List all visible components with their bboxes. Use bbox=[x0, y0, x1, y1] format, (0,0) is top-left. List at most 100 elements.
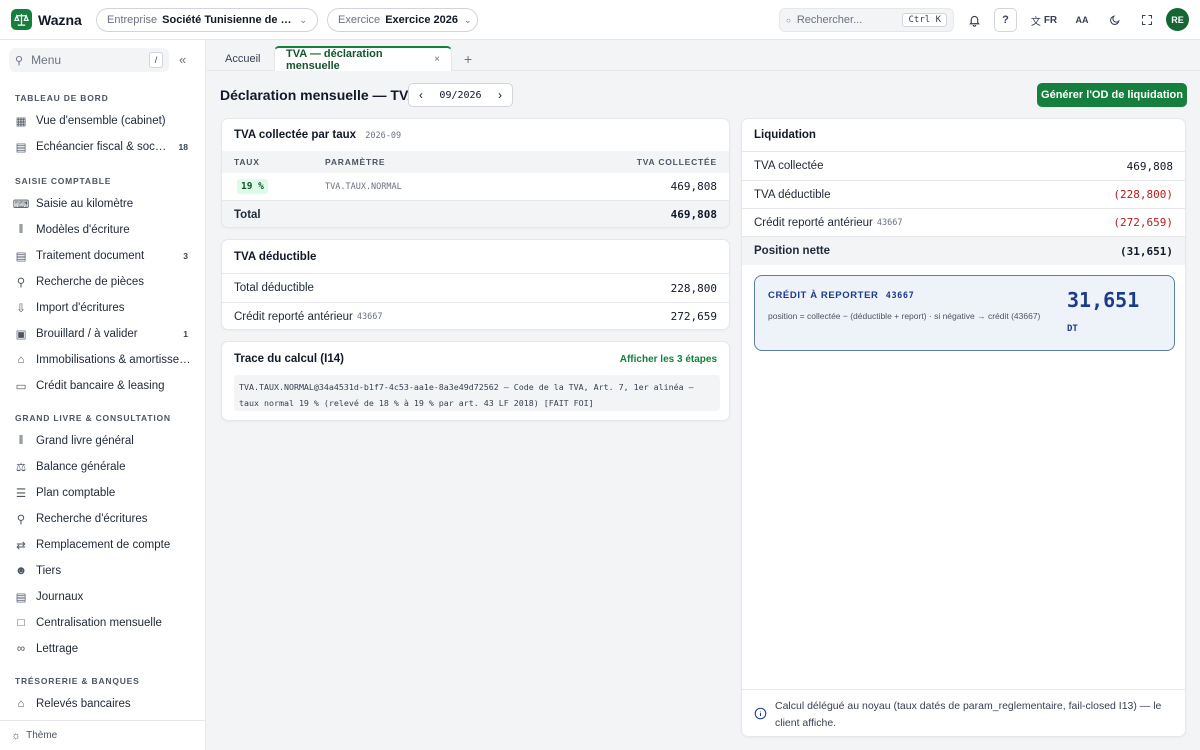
note-text: Calcul délégué au noyau (taux datés de p… bbox=[775, 700, 1162, 729]
list-icon: ☰ bbox=[15, 488, 27, 500]
collapse-sidebar-icon[interactable]: « bbox=[179, 52, 186, 67]
total-label: Total bbox=[234, 208, 261, 221]
bank-icon: ⌂ bbox=[17, 698, 25, 710]
app-logo[interactable] bbox=[11, 9, 32, 30]
deductible-vat-card: TVA déductible Total déductible 228,800 … bbox=[221, 239, 730, 330]
global-search[interactable]: ○ Rechercher... Ctrl K bbox=[779, 8, 954, 32]
credit-to-carry-panel: CRÉDIT À REPORTER 43667 position = colle… bbox=[754, 275, 1175, 351]
deductible-total-row: Total déductible 228,800 bbox=[222, 273, 729, 302]
info-icon bbox=[754, 707, 767, 720]
document-icon: ▤ bbox=[15, 251, 27, 263]
chevron-down-icon: ⌄ bbox=[463, 14, 472, 25]
language-button[interactable]: 文 FR bbox=[1027, 8, 1061, 32]
sidebar-item[interactable]: ⚖ Balance générale bbox=[10, 456, 192, 478]
liquidation-amount: (272,659) bbox=[1113, 216, 1173, 229]
menu-search-input[interactable]: Menu bbox=[31, 53, 61, 67]
menu-search[interactable]: ⚲ Menu / bbox=[9, 48, 169, 72]
theme-toggle[interactable]: ☼ Thème bbox=[0, 720, 206, 750]
sidebar-item-label: Remplacement de compte bbox=[36, 539, 171, 551]
sidebar-item-label: Recherche d'écritures bbox=[36, 513, 148, 525]
notifications-bell-icon[interactable] bbox=[963, 8, 985, 32]
entreprise-selector[interactable]: Entreprise Société Tunisienne de Pla… ⌄ bbox=[96, 8, 318, 32]
credit-title: CRÉDIT À REPORTER 43667 bbox=[768, 290, 914, 301]
sidebar-item[interactable]: ▤ Échéancier fiscal & soc… 18 bbox=[10, 136, 192, 158]
show-steps-link[interactable]: Afficher les 3 étapes bbox=[620, 354, 717, 365]
calculation-note: Calcul délégué au noyau (taux datés de p… bbox=[742, 689, 1185, 736]
tab-accueil[interactable]: Accueil bbox=[214, 46, 271, 71]
sidebar-item-label: Modèles d'écriture bbox=[36, 224, 130, 236]
user-avatar[interactable]: RE bbox=[1166, 8, 1189, 31]
collected-title: TVA collectée par taux 2026-09 bbox=[234, 129, 401, 141]
deductible-title: TVA déductible bbox=[234, 251, 317, 263]
close-icon[interactable]: × bbox=[434, 54, 440, 65]
header-param: PARAMÈTRE bbox=[325, 157, 386, 167]
sidebar-item[interactable]: ▣ Brouillard / à valider 1 bbox=[10, 323, 192, 345]
sidebar-item-label: Vue d'ensemble (cabinet) bbox=[36, 115, 166, 127]
sidebar-item[interactable]: ‖ Modèles d'écriture bbox=[10, 219, 192, 241]
search-icon: ○ bbox=[786, 15, 791, 25]
upload-icon: ⇩ bbox=[16, 303, 26, 315]
collected-title-text: TVA collectée par taux bbox=[234, 129, 357, 141]
sidebar-item[interactable]: ▤ Traitement document 3 bbox=[10, 245, 192, 267]
sidebar-section-title: TRÉSORERIE & BANQUES bbox=[15, 676, 140, 686]
sidebar-item[interactable]: ⚲ Recherche d'écritures bbox=[10, 508, 192, 530]
sidebar-item[interactable]: ⌨ Saisie au kilomètre bbox=[10, 193, 192, 215]
sidebar-item[interactable]: ‖ Grand livre général bbox=[10, 430, 192, 452]
users-icon: ☻ bbox=[14, 565, 28, 577]
bank-icon: ⌂ bbox=[17, 354, 25, 366]
file-icon: □ bbox=[17, 617, 25, 629]
font-size-button[interactable]: AA bbox=[1071, 8, 1093, 32]
sidebar-item-label: Plan comptable bbox=[36, 487, 116, 499]
help-button[interactable]: ? bbox=[994, 8, 1017, 32]
sidebar-item-label: Saisie au kilomètre bbox=[36, 198, 134, 210]
drafts-icon: ▣ bbox=[15, 329, 27, 341]
keyboard-icon: ⌨ bbox=[12, 199, 30, 211]
sidebar-item[interactable]: ∞ Lettrage bbox=[10, 638, 192, 660]
sidebar-item[interactable]: ▭ Crédit bancaire & leasing bbox=[10, 375, 192, 397]
exercice-selector[interactable]: Exercice Exercice 2026 ⌄ bbox=[327, 8, 478, 32]
dashboard-icon: ▦ bbox=[15, 116, 27, 128]
liquidation-label: Crédit reporté antérieur bbox=[754, 216, 873, 229]
exercice-value: Exercice 2026 bbox=[385, 14, 458, 26]
liquidation-title: Liquidation bbox=[754, 129, 816, 141]
table-row[interactable]: 19 % TVA.TAUX.NORMAL 469,808 bbox=[222, 173, 729, 200]
sidebar-item[interactable]: ▤ Journaux bbox=[10, 586, 192, 608]
sidebar-item-label: Lettrage bbox=[36, 643, 79, 655]
generate-od-button[interactable]: Générer l'OD de liquidation bbox=[1037, 83, 1187, 107]
sidebar-item[interactable]: ⌂ Immobilisations & amortisse… bbox=[10, 349, 192, 371]
credit-account: 43667 bbox=[885, 291, 915, 301]
add-tab-button[interactable]: + bbox=[453, 46, 483, 71]
tab-tva-declaration[interactable]: TVA — déclaration mensuelle × bbox=[274, 46, 452, 72]
chevron-down-icon: ⌄ bbox=[299, 14, 307, 25]
dark-mode-moon-icon[interactable] bbox=[1104, 8, 1126, 32]
link-icon: ∞ bbox=[16, 643, 26, 655]
sidebar-item[interactable]: ⇩ Import d'écritures bbox=[10, 297, 192, 319]
fullscreen-icon[interactable] bbox=[1136, 8, 1158, 32]
sidebar-item[interactable]: ⚲ Recherche de pièces bbox=[10, 271, 192, 293]
sidebar-item[interactable]: ▦ Vue d'ensemble (cabinet) bbox=[10, 110, 192, 132]
sidebar-item-label: Recherche de pièces bbox=[36, 276, 145, 288]
scale-icon: ⚖ bbox=[15, 462, 27, 474]
prior-credit-label: Crédit reporté antérieur bbox=[234, 310, 353, 323]
search-input[interactable]: Rechercher... bbox=[797, 14, 862, 26]
chevron-left-icon[interactable]: ‹ bbox=[419, 88, 423, 102]
sidebar-item[interactable]: ☻ Tiers bbox=[10, 560, 192, 582]
chevron-right-icon[interactable]: › bbox=[498, 88, 502, 102]
prior-credit-amount: 272,659 bbox=[670, 310, 717, 323]
sidebar-item[interactable]: ⌂ Relevés bancaires bbox=[10, 693, 192, 715]
sidebar-item-label: Crédit bancaire & leasing bbox=[36, 380, 165, 392]
sidebar-section-title: SAISIE COMPTABLE bbox=[15, 176, 112, 186]
sidebar-item[interactable]: ⇄ Remplacement de compte bbox=[10, 534, 192, 556]
sidebar-item-label: Import d'écritures bbox=[36, 302, 125, 314]
param-code: TVA.TAUX.NORMAL bbox=[325, 181, 402, 192]
rate-badge: 19 % bbox=[237, 179, 268, 194]
page-title: Déclaration mensuelle — TVA bbox=[220, 87, 418, 103]
collected-total-row: Total 469,808 bbox=[222, 200, 729, 227]
sidebar-item[interactable]: □ Centralisation mensuelle bbox=[10, 612, 192, 634]
sidebar-item[interactable]: ☰ Plan comptable bbox=[10, 482, 192, 504]
search-shortcut: Ctrl K bbox=[902, 13, 947, 27]
sidebar-section-title: GRAND LIVRE & CONSULTATION bbox=[15, 413, 171, 423]
tab-bar: Accueil TVA — déclaration mensuelle × + bbox=[207, 40, 1200, 72]
calculation-trace-card: Trace du calcul (I14) Afficher les 3 éta… bbox=[221, 341, 730, 421]
liquidation-row-prior-credit: Crédit reporté antérieur 43667 (272,659) bbox=[742, 208, 1185, 236]
